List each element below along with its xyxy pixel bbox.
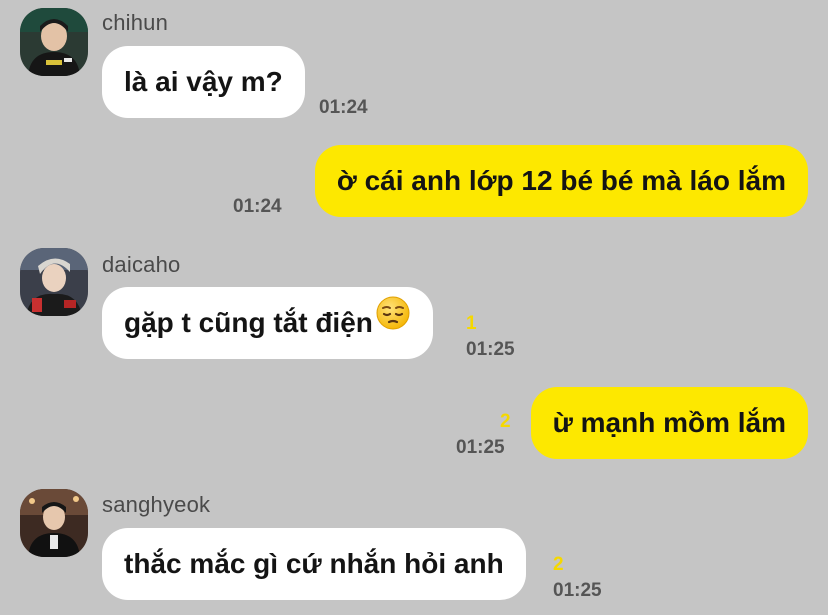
- message-bubble-outgoing[interactable]: ừ mạnh mồm lắm: [530, 387, 808, 459]
- message-bubble-incoming[interactable]: thắc mắc gì cứ nhắn hỏi anh: [102, 528, 526, 600]
- message-bubble-incoming[interactable]: là ai vậy m?: [102, 46, 305, 118]
- message-bubble-incoming[interactable]: gặp t cũng tắt điện: [102, 287, 433, 359]
- unread-count: 2: [500, 411, 511, 432]
- message-time: 01:25: [456, 437, 505, 458]
- unread-count: 1: [466, 313, 477, 334]
- sender-name: chihun: [102, 10, 169, 35]
- avatar-daicaho[interactable]: [20, 248, 88, 316]
- message-bubble-outgoing[interactable]: ờ cái anh lớp 12 bé bé mà láo lắm: [314, 145, 808, 217]
- message-time: 01:24: [233, 196, 282, 217]
- message-time: 01:25: [466, 339, 515, 360]
- message-time: 01:25: [553, 580, 602, 601]
- avatar-chihun-image: [20, 8, 88, 76]
- avatar-sanghyeok[interactable]: [20, 489, 88, 557]
- message-time: 01:24: [319, 97, 368, 118]
- pensive-face-icon: [375, 286, 411, 358]
- sender-name: daicaho: [102, 252, 181, 277]
- sender-name: sanghyeok: [102, 492, 211, 517]
- unread-count: 2: [553, 554, 564, 575]
- avatar-chihun[interactable]: [20, 8, 88, 76]
- avatar-sanghyeok-image: [20, 489, 88, 557]
- message-text: gặp t cũng tắt điện: [124, 307, 373, 338]
- avatar-daicaho-image: [20, 248, 88, 316]
